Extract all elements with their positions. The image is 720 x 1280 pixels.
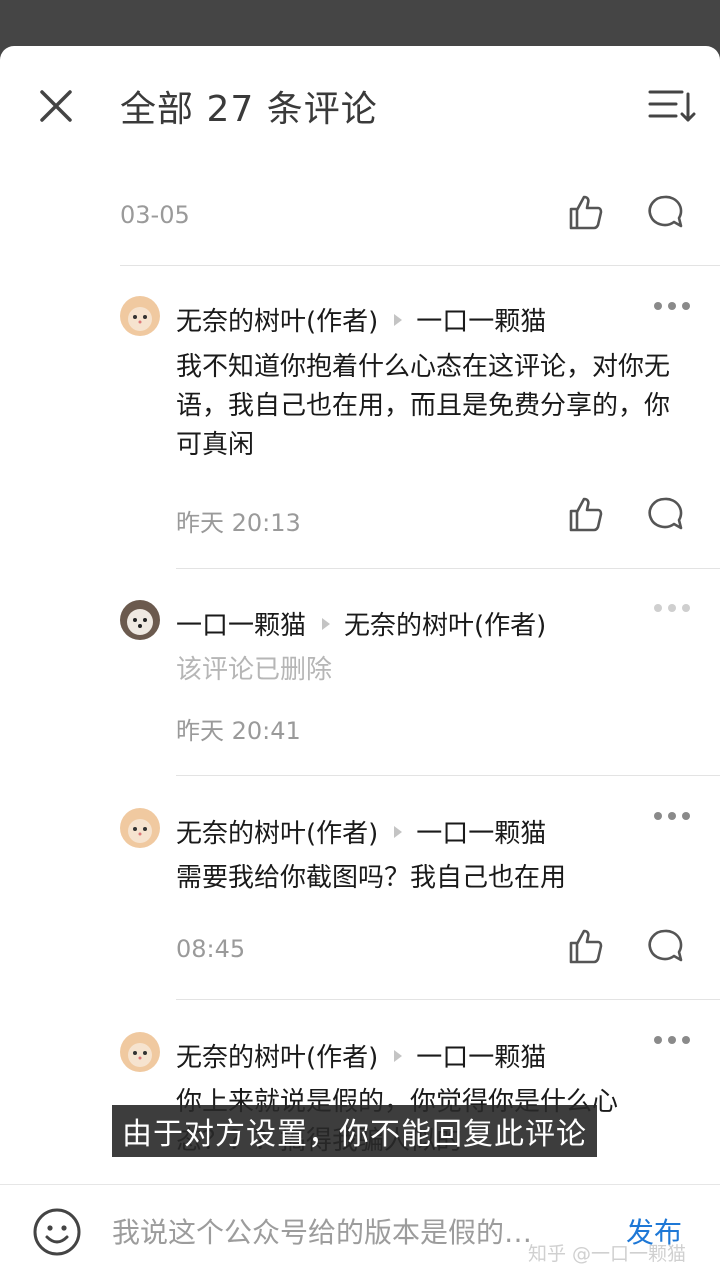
more-button[interactable]: [654, 296, 690, 316]
author-name[interactable]: 一口一颗猫: [176, 605, 306, 642]
like-button[interactable]: [565, 926, 605, 966]
reply-to-name[interactable]: 无奈的树叶(作者): [344, 605, 546, 642]
divider: [120, 265, 720, 266]
thumbs-up-icon: [569, 195, 603, 230]
reply-to-name[interactable]: 一口一颗猫: [416, 1037, 546, 1074]
reply-button[interactable]: [645, 926, 685, 966]
toast-message: 由于对方设置，你不能回复此评论: [112, 1105, 597, 1157]
cat-avatar: [120, 808, 160, 848]
comment-timestamp: 昨天 20:13: [176, 509, 301, 537]
reply-to-name[interactable]: 一口一颗猫: [416, 301, 546, 338]
comment-text-deleted: 该评论已删除: [176, 655, 333, 685]
like-button[interactable]: [565, 494, 605, 534]
reply-arrow-icon: [394, 313, 403, 326]
more-button[interactable]: [654, 806, 690, 826]
avatar[interactable]: [120, 1032, 160, 1072]
page-title: 全部 27 条评论: [120, 89, 378, 130]
header: 全部 27 条评论: [0, 46, 720, 166]
avatar[interactable]: [120, 600, 160, 640]
close-icon: [40, 90, 72, 122]
comment-authors: 无奈的树叶(作者) 一口一颗猫: [176, 1037, 546, 1074]
more-button[interactable]: [654, 598, 690, 618]
reply-button[interactable]: [645, 494, 685, 534]
reply-arrow-icon: [394, 825, 403, 838]
sort-button[interactable]: [646, 86, 696, 126]
comment-authors: 一口一颗猫 无奈的树叶(作者): [176, 605, 546, 642]
close-button[interactable]: [36, 86, 76, 126]
comment-bubble-icon: [648, 497, 683, 530]
comment-bubble-icon: [648, 195, 683, 228]
divider: [176, 999, 720, 1000]
divider: [176, 568, 720, 569]
comments-sheet: 全部 27 条评论 03-05 无奈的树叶(作者) 一口一颗猫 我不知道你抱着什…: [0, 46, 720, 1280]
reply-to-name[interactable]: 一口一颗猫: [416, 813, 546, 850]
comment-timestamp: 03-05: [120, 201, 190, 229]
thumbs-up-icon: [569, 497, 603, 532]
comment-authors: 无奈的树叶(作者) 一口一颗猫: [176, 301, 546, 338]
emoji-button[interactable]: [32, 1207, 82, 1257]
comment-bubble-icon: [648, 929, 683, 962]
comment-text: 我不知道你抱着什么心态在这评论，对你无语，我自己也在用，而且是免费分享的，你可真…: [176, 352, 671, 460]
author-name[interactable]: 无奈的树叶(作者): [176, 813, 378, 850]
comment-timestamp: 08:45: [176, 935, 246, 963]
watermark: 知乎 @一口一颗猫: [528, 1243, 687, 1265]
author-name[interactable]: 无奈的树叶(作者): [176, 1037, 378, 1074]
comment-timestamp: 昨天 20:41: [176, 717, 301, 745]
author-name[interactable]: 无奈的树叶(作者): [176, 301, 378, 338]
reply-button[interactable]: [645, 192, 685, 232]
sort-icon: [648, 90, 696, 122]
cat-avatar: [120, 296, 160, 336]
cat-avatar: [120, 1032, 160, 1072]
reply-arrow-icon: [322, 617, 331, 630]
comment-authors: 无奈的树叶(作者) 一口一颗猫: [176, 813, 546, 850]
comment-text: 需要我给你截图吗？我自己也在用: [176, 863, 567, 893]
more-button[interactable]: [654, 1030, 690, 1050]
avatar[interactable]: [120, 808, 160, 848]
divider: [176, 775, 720, 776]
reply-bar: 我说这个公众号给的版本是假的… 发布 知乎 @一口一颗猫: [0, 1184, 720, 1280]
like-button[interactable]: [565, 192, 605, 232]
thumbs-up-icon: [569, 929, 603, 964]
avatar[interactable]: [120, 296, 160, 336]
dog-avatar: [120, 600, 160, 640]
reply-arrow-icon: [394, 1049, 403, 1062]
emoji-icon: [33, 1208, 81, 1256]
